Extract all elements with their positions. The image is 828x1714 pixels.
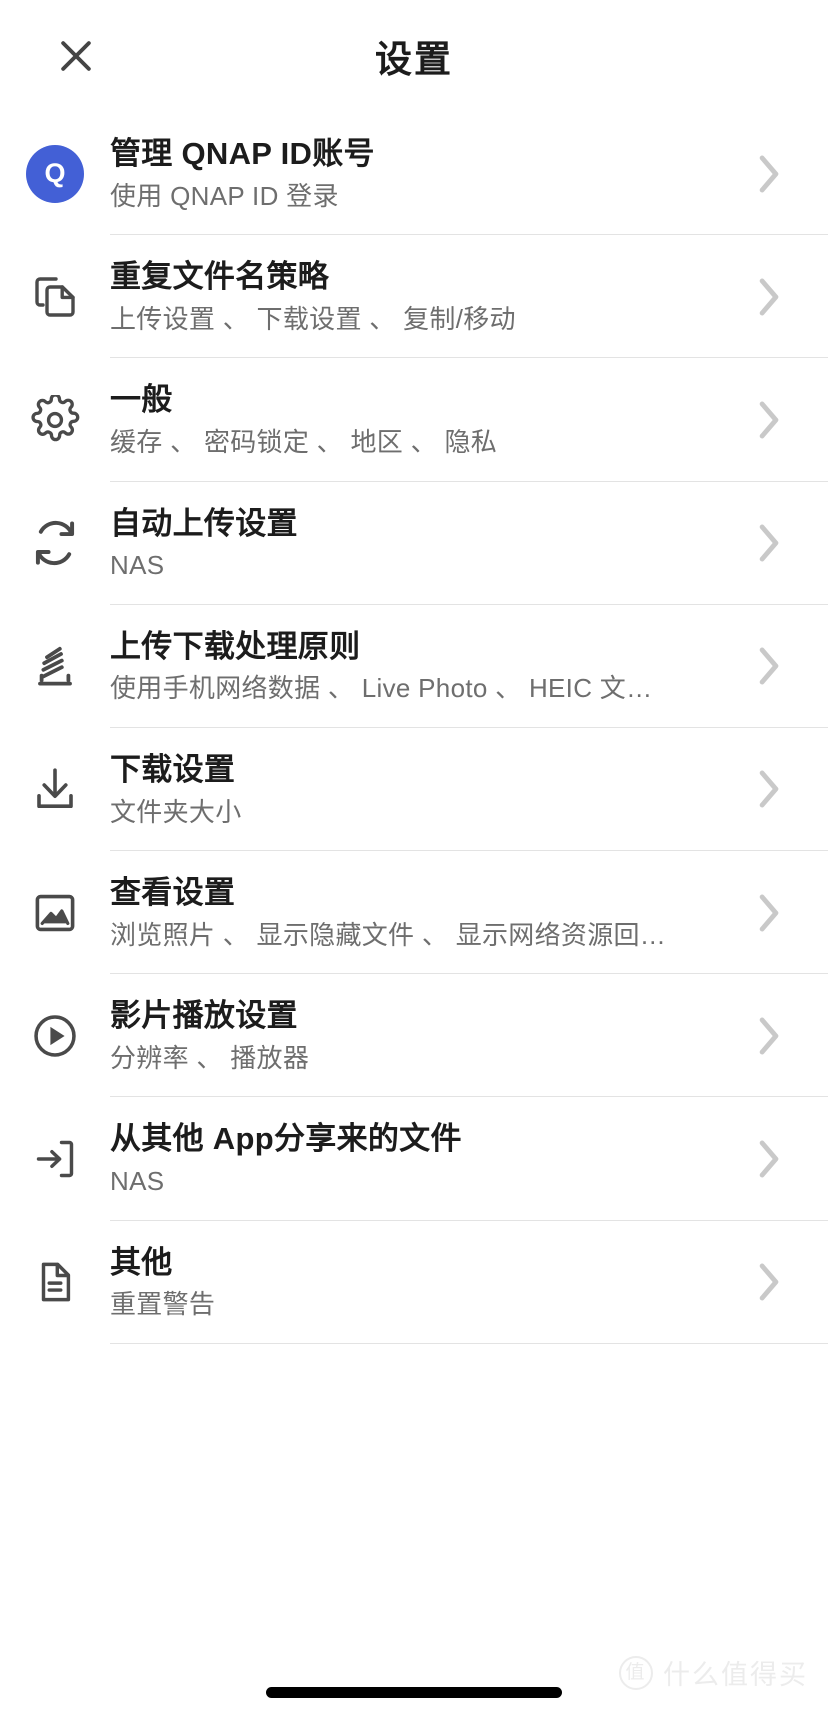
row-body: 一般 缓存 、 密码锁定 、 地区 、 隐私 bbox=[110, 358, 828, 482]
settings-row-shared-from-apps[interactable]: 从其他 App分享来的文件 NAS bbox=[0, 1097, 828, 1221]
settings-row-auto-upload[interactable]: 自动上传设置 NAS bbox=[0, 482, 828, 605]
watermark: 值 什么值得买 bbox=[619, 1653, 808, 1692]
row-icon-wrap bbox=[0, 642, 110, 690]
gear-icon bbox=[30, 394, 80, 445]
settings-list: Q 管理 QNAP ID账号 使用 QNAP ID 登录 重复文件名策略 上传设… bbox=[0, 112, 828, 1344]
chevron-right-icon[interactable] bbox=[754, 890, 784, 936]
row-title: 重复文件名策略 bbox=[110, 259, 330, 295]
row-title: 管理 QNAP ID账号 bbox=[110, 136, 375, 171]
row-title: 查看设置 bbox=[110, 875, 236, 911]
row-icon-wrap bbox=[0, 394, 110, 445]
row-title: 其他 bbox=[110, 1244, 173, 1280]
settings-row-general[interactable]: 一般 缓存 、 密码锁定 、 地区 、 隐私 bbox=[0, 358, 828, 482]
chevron-right-icon[interactable] bbox=[754, 520, 784, 566]
row-body: 管理 QNAP ID账号 使用 QNAP ID 登录 bbox=[110, 112, 828, 236]
chevron-right-icon[interactable] bbox=[754, 274, 784, 320]
chevron-right-icon[interactable] bbox=[754, 397, 784, 443]
row-icon-wrap bbox=[0, 1011, 110, 1061]
row-body: 查看设置 浏览照片 、 显示隐藏文件 、 显示网络资源回… bbox=[110, 851, 828, 975]
chevron-right-icon[interactable] bbox=[754, 1013, 784, 1059]
page-title: 设置 bbox=[375, 39, 453, 80]
row-subtitle: 浏览照片 、 显示隐藏文件 、 显示网络资源回… bbox=[110, 919, 667, 950]
row-body: 重复文件名策略 上传设置 、 下载设置 、 复制/移动 bbox=[110, 235, 828, 359]
settings-header: 设置 bbox=[0, 0, 828, 112]
settings-row-duplicate-filename-policy[interactable]: 重复文件名策略 上传设置 、 下载设置 、 复制/移动 bbox=[0, 235, 828, 359]
row-icon-wrap bbox=[0, 889, 110, 937]
document-icon bbox=[32, 1259, 78, 1305]
watermark-badge-icon: 值 bbox=[619, 1655, 653, 1690]
row-body: 其他 重置警告 bbox=[110, 1221, 828, 1344]
settings-row-video-playback[interactable]: 影片播放设置 分辨率 、 播放器 bbox=[0, 974, 828, 1098]
chevron-right-icon[interactable] bbox=[754, 1259, 784, 1305]
row-body: 下载设置 文件夹大小 bbox=[110, 728, 828, 852]
row-icon-wrap: Q bbox=[0, 144, 110, 203]
row-title: 一般 bbox=[110, 382, 173, 418]
row-subtitle: 重置警告 bbox=[110, 1289, 216, 1320]
share-in-icon bbox=[32, 1136, 78, 1182]
settings-row-view[interactable]: 查看设置 浏览照片 、 显示隐藏文件 、 显示网络资源回… bbox=[0, 851, 828, 975]
row-icon-wrap bbox=[0, 765, 110, 813]
row-subtitle: NAS bbox=[110, 550, 165, 581]
settings-row-transfer-rules[interactable]: 上传下载处理原则 使用手机网络数据 、 Live Photo 、 HEIC 文… bbox=[0, 605, 828, 728]
row-subtitle: 缓存 、 密码锁定 、 地区 、 隐私 bbox=[110, 427, 498, 458]
chevron-right-icon[interactable] bbox=[754, 643, 784, 689]
row-subtitle: NAS bbox=[110, 1166, 165, 1197]
row-subtitle: 分辨率 、 播放器 bbox=[110, 1042, 310, 1073]
row-icon-wrap bbox=[0, 518, 110, 568]
row-icon-wrap bbox=[0, 273, 110, 321]
chevron-right-icon[interactable] bbox=[754, 151, 784, 197]
row-title: 从其他 App分享来的文件 bbox=[110, 1121, 462, 1157]
settings-row-download[interactable]: 下载设置 文件夹大小 bbox=[0, 728, 828, 852]
row-icon-wrap bbox=[0, 1136, 110, 1182]
upload-rules-icon bbox=[31, 642, 79, 690]
row-subtitle: 文件夹大小 bbox=[110, 796, 242, 827]
chevron-right-icon[interactable] bbox=[754, 766, 784, 812]
copy-icon bbox=[31, 273, 79, 321]
row-title: 自动上传设置 bbox=[110, 505, 298, 541]
row-title: 下载设置 bbox=[110, 751, 236, 787]
close-button[interactable] bbox=[46, 26, 106, 86]
row-body: 影片播放设置 分辨率 、 播放器 bbox=[110, 974, 828, 1098]
row-subtitle: 使用 QNAP ID 登录 bbox=[110, 180, 339, 211]
settings-row-qnap-id[interactable]: Q 管理 QNAP ID账号 使用 QNAP ID 登录 bbox=[0, 112, 828, 236]
row-title: 影片播放设置 bbox=[110, 998, 298, 1034]
watermark-text: 什么值得买 bbox=[663, 1660, 808, 1690]
qnap-avatar: Q bbox=[26, 144, 84, 203]
play-circle-icon bbox=[30, 1011, 80, 1061]
row-title: 上传下载处理原则 bbox=[110, 628, 361, 664]
close-icon bbox=[54, 34, 98, 78]
download-icon bbox=[31, 765, 79, 813]
settings-row-other[interactable]: 其他 重置警告 bbox=[0, 1221, 828, 1344]
row-body: 自动上传设置 NAS bbox=[110, 482, 828, 605]
row-icon-wrap bbox=[0, 1259, 110, 1305]
row-body: 上传下载处理原则 使用手机网络数据 、 Live Photo 、 HEIC 文… bbox=[110, 605, 828, 728]
sync-icon bbox=[30, 518, 80, 568]
image-icon bbox=[31, 889, 79, 937]
row-subtitle: 使用手机网络数据 、 Live Photo 、 HEIC 文… bbox=[110, 673, 653, 704]
home-indicator[interactable] bbox=[266, 1687, 562, 1698]
row-body: 从其他 App分享来的文件 NAS bbox=[110, 1097, 828, 1221]
chevron-right-icon[interactable] bbox=[754, 1136, 784, 1182]
row-subtitle: 上传设置 、 下载设置 、 复制/移动 bbox=[110, 303, 516, 334]
